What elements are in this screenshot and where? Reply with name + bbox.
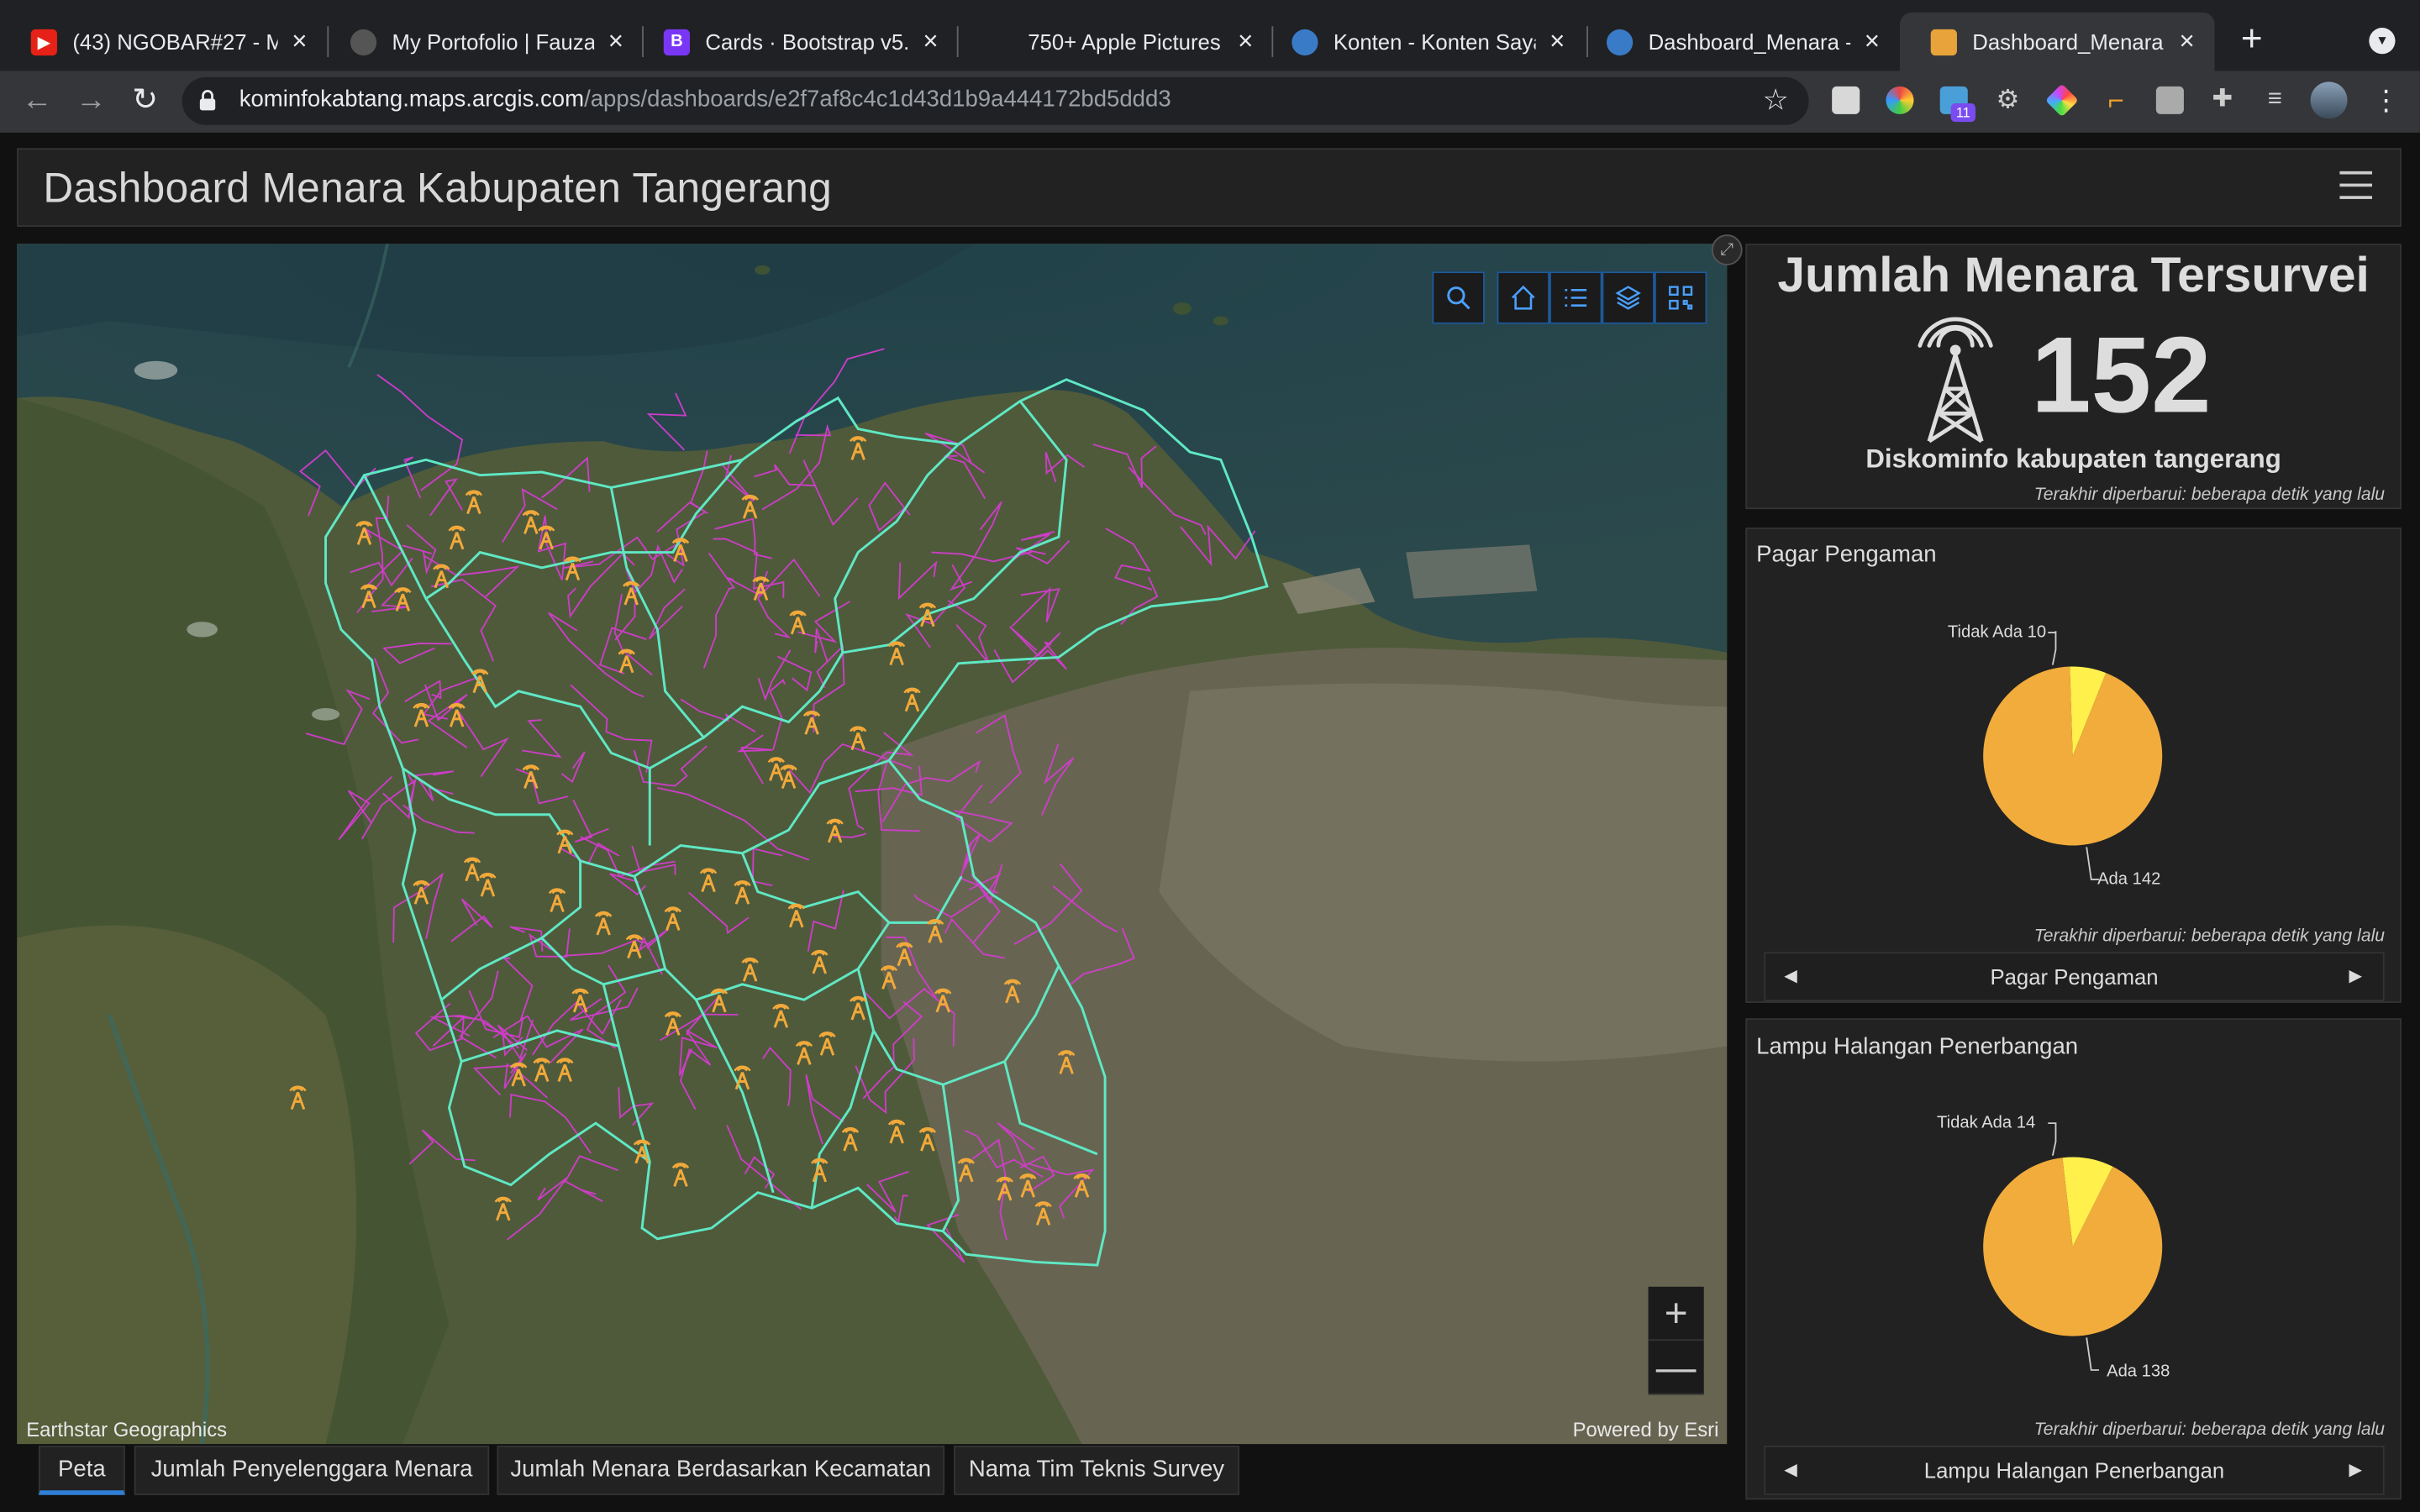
close-icon[interactable]: × (1545, 28, 1570, 54)
extension-pick-icon[interactable]: ⌐ (2102, 87, 2130, 114)
close-icon[interactable]: × (603, 28, 628, 54)
extension-color-icon[interactable] (1886, 86, 1914, 114)
zoom-in-button[interactable]: + (1648, 1287, 1704, 1341)
indicator-subtitle: Diskominfo kabupaten tangerang (1865, 444, 2281, 474)
pie-chart-pagar (1983, 631, 2163, 880)
pie-title-lampu: Lampu Halangan Penerbangan (1756, 1033, 2079, 1060)
next-arrow-icon[interactable]: ▶ (2349, 1460, 2364, 1479)
search-icon[interactable] (1432, 271, 1485, 324)
menu-dots-icon[interactable]: ⋮ (2372, 87, 2400, 114)
tab-peta[interactable]: Peta (38, 1445, 125, 1495)
pie-updated-pagar: Terakhir diperbarui: beberapa detik yang… (2033, 927, 2386, 946)
extension-badge: 11 (1950, 103, 1975, 123)
next-arrow-icon[interactable]: ▶ (2349, 966, 2364, 986)
satellite-basemap (17, 244, 1728, 1445)
close-icon[interactable]: × (1234, 28, 1258, 54)
pie-title-pagar: Pagar Pengaman (1756, 541, 1937, 568)
tower-antenna-icon (1918, 317, 1993, 444)
globe-icon (350, 28, 377, 55)
gear-icon[interactable]: ⚙ (1994, 86, 2022, 114)
map-view[interactable] (17, 244, 1728, 1445)
profile-avatar[interactable] (2310, 81, 2348, 119)
fullscreen-icon[interactable]: ⤢ (1711, 234, 1743, 265)
url-text[interactable]: kominfokabtang.maps.arcgis.com/apps/dash… (239, 87, 1171, 113)
zoom-control: + — (1648, 1286, 1704, 1395)
indicator-title: Jumlah Menara Tersurvei (1777, 246, 2370, 302)
arcgis-icon (1607, 28, 1634, 55)
map-search-tool[interactable] (1432, 271, 1485, 324)
close-icon[interactable]: × (287, 28, 312, 54)
pie-updated-lampu: Terakhir diperbarui: beberapa detik yang… (2033, 1420, 2386, 1440)
lock-icon (199, 90, 216, 111)
new-tab-button[interactable]: + (2232, 21, 2272, 62)
forward-icon[interactable]: → (72, 83, 109, 120)
map-attribution: Earthstar Geographics (26, 1417, 228, 1441)
tab-title: My Portofolio | Fauzan (392, 29, 595, 55)
browser-tab-dashboard-1[interactable]: Dashboard_Menara - × (1576, 13, 1900, 71)
url-path: /apps/dashboards/e2f7af8c4c1d43d1b9a4441… (584, 86, 1171, 113)
pie-label-ada: Ada 142 (2097, 869, 2161, 889)
close-icon[interactable]: × (1860, 28, 1884, 54)
indicator-updated: Terakhir diperbarui: beberapa detik yang… (2033, 486, 2386, 505)
extension-calendar-icon[interactable] (1832, 86, 1860, 114)
url-host: kominfokabtang.maps.arcgis.com (239, 86, 585, 113)
tab-title: 750+ Apple Pictures [ (1028, 29, 1224, 55)
close-icon[interactable]: × (918, 28, 943, 54)
home-icon[interactable] (1497, 271, 1550, 324)
pie-chart-lampu (1983, 1122, 2163, 1371)
tab-title: Konten - Konten Saya (1333, 29, 1536, 55)
browser-tab-bootstrap[interactable]: B Cards · Bootstrap v5. × (633, 13, 959, 71)
tab-jumlah-menara-kecamatan[interactable]: Jumlah Menara Berdasarkan Kecamatan (497, 1445, 945, 1495)
arcgis-icon (1292, 28, 1318, 55)
tab-search-icon[interactable]: ▾ (2369, 28, 2396, 55)
pie-nav-pagar: ◀ Pagar Pengaman ▶ (1764, 952, 2385, 1002)
layers-icon[interactable] (1602, 271, 1655, 324)
browser-tab-apple[interactable]: 750+ Apple Pictures [ × (955, 13, 1273, 71)
back-icon[interactable]: ← (18, 83, 55, 120)
media-queue-icon[interactable]: ≡ (2261, 87, 2289, 114)
qr-icon[interactable] (1654, 271, 1707, 324)
hamburger-menu-icon[interactable] (2339, 171, 2373, 199)
tab-title: Dashboard_Menara (1972, 29, 2164, 55)
close-icon[interactable]: × (2175, 28, 2199, 54)
dashboard-header: Dashboard Menara Kabupaten Tangerang (17, 148, 2402, 227)
pie-label-tidak-ada: Tidak Ada 10 (1947, 623, 2047, 643)
tab-nama-tim-teknis[interactable]: Nama Tim Teknis Survey (954, 1445, 1239, 1495)
tab-title: Cards · Bootstrap v5. (705, 29, 909, 55)
bootstrap-icon: B (663, 28, 691, 55)
browser-tab-konten[interactable]: Konten - Konten Saya × (1261, 13, 1586, 71)
extension-screenshot-icon[interactable] (2155, 86, 2184, 114)
browser-tab-youtube[interactable]: ▶ (43) NGOBAR#27 - M × (0, 13, 327, 71)
youtube-icon: ▶ (30, 28, 57, 55)
tab-title: (43) NGOBAR#27 - M (72, 29, 278, 55)
zoom-out-button[interactable]: — (1648, 1341, 1704, 1395)
legend-icon[interactable] (1549, 271, 1602, 324)
pie-nav-lampu: ◀ Lampu Halangan Penerbangan ▶ (1764, 1445, 2385, 1495)
indicator-value: 152 (2031, 314, 2212, 435)
pie-label-tidak-ada: Tidak Ada 14 (1937, 1114, 2036, 1133)
pie-nav-label: Lampu Halangan Penerbangan (1923, 1457, 2225, 1483)
page-title: Dashboard Menara Kabupaten Tangerang (43, 165, 833, 212)
pie-label-ada: Ada 138 (2107, 1362, 2170, 1381)
bookmark-star-icon[interactable]: ☆ (1763, 83, 1789, 118)
tab-title: Dashboard_Menara - (1648, 29, 1851, 55)
dashboard-icon (1930, 28, 1957, 55)
reload-icon[interactable]: ↻ (127, 83, 164, 120)
browser-tab-portfolio[interactable]: My Portofolio | Fauzan × (319, 13, 644, 71)
apple-icon (986, 29, 1013, 55)
puzzle-icon[interactable]: ✚ (2208, 87, 2236, 114)
powered-by-esri[interactable]: Powered by Esri (1573, 1418, 1719, 1441)
browser-tab-dashboard-active[interactable]: Dashboard_Menara × (1899, 12, 2215, 71)
map-toolbar (1497, 271, 1707, 324)
pie-nav-label: Pagar Pengaman (1990, 963, 2159, 990)
tab-jumlah-penyelenggara[interactable]: Jumlah Penyelenggara Menara (134, 1445, 490, 1495)
